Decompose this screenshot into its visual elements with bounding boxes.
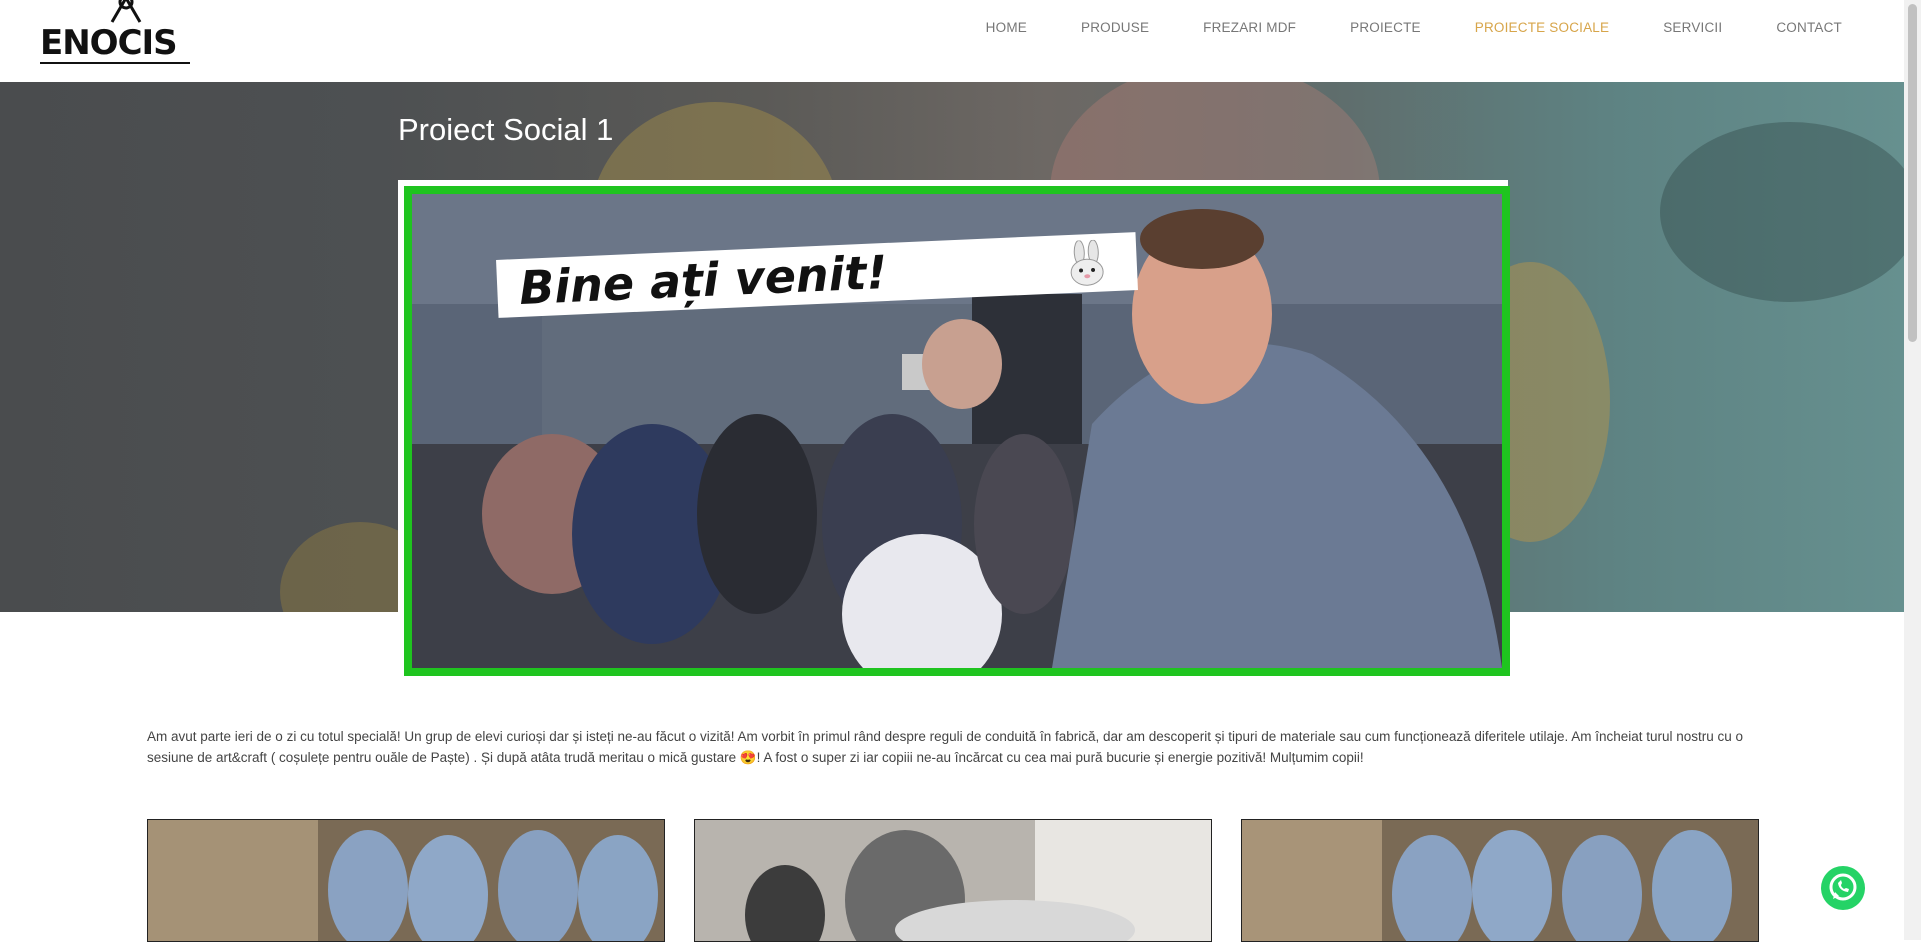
page-scrollbar[interactable]: [1904, 0, 1921, 940]
nav-proiecte[interactable]: PROIECTE: [1350, 20, 1421, 35]
scrollbar-thumb[interactable]: [1908, 4, 1917, 342]
gallery-image-scene: [148, 820, 664, 941]
logo-text: ENOCIS: [40, 23, 178, 63]
whatsapp-button[interactable]: [1821, 866, 1865, 910]
nav-produse[interactable]: PRODUSE: [1081, 20, 1149, 35]
gallery-image-3[interactable]: [1241, 819, 1759, 942]
nav-home[interactable]: HOME: [986, 20, 1027, 35]
gallery-image-scene: [695, 820, 1211, 941]
page-title: Proiect Social 1: [398, 112, 614, 147]
video-player[interactable]: Bine ați venit!: [398, 180, 1510, 676]
nav-servicii[interactable]: SERVICII: [1663, 20, 1722, 35]
nav-proiecte-sociale[interactable]: PROIECTE SOCIALE: [1475, 20, 1609, 35]
nav-contact[interactable]: CONTACT: [1776, 20, 1842, 35]
nav-frezari-mdf[interactable]: FREZARI MDF: [1203, 20, 1296, 35]
gallery-image-1[interactable]: [147, 819, 665, 942]
video-frame[interactable]: Bine ați venit!: [404, 186, 1510, 676]
bunny-icon: [1070, 239, 1104, 286]
project-description: Am avut parte ieri de o zi cu totul spec…: [147, 729, 1744, 765]
main-nav: HOME PRODUSE FREZARI MDF PROIECTE PROIEC…: [932, 20, 1842, 35]
gallery-image-scene: [1242, 820, 1758, 941]
logo-compass-icon: [110, 0, 142, 23]
site-logo[interactable]: ENOCIS: [40, 0, 192, 64]
site-header: ENOCIS HOME PRODUSE FREZARI MDF PROIECTE…: [0, 0, 1904, 82]
gallery-image-2[interactable]: [694, 819, 1212, 942]
hero-decoration: [1660, 122, 1904, 302]
logo-underline: [40, 62, 190, 64]
whatsapp-icon: [1829, 873, 1857, 901]
